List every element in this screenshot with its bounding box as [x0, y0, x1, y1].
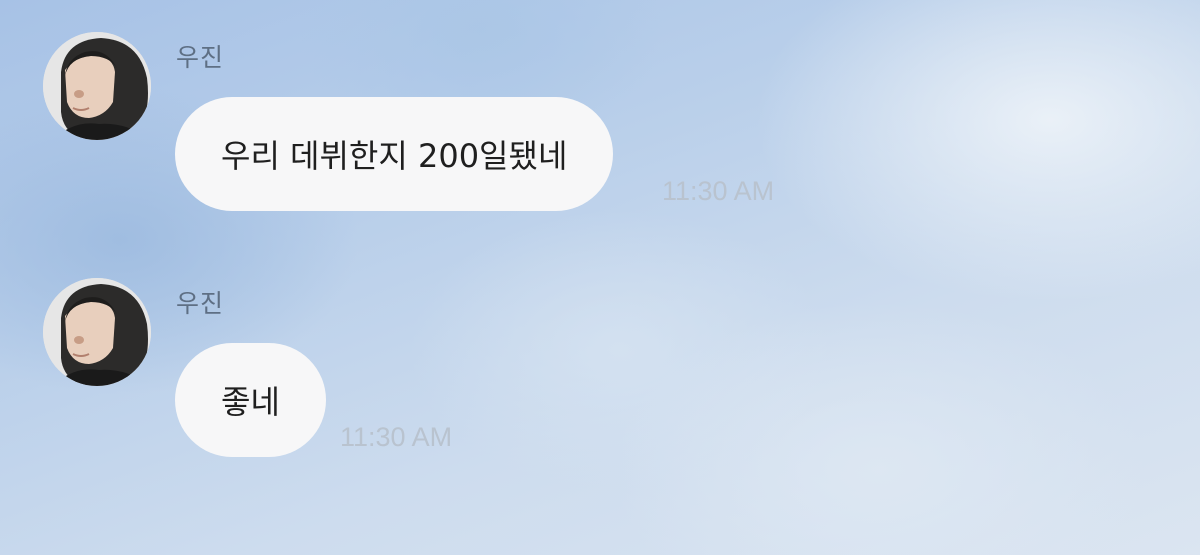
profile-photo-icon	[43, 278, 151, 386]
message-bubble[interactable]: 좋네	[175, 343, 326, 457]
chat-thread: 우진 우리 데뷔한지 200일됐네 11:30 AM 우진 좋네 11:30 A…	[0, 0, 1200, 555]
message-timestamp: 11:30 AM	[340, 422, 453, 452]
sender-avatar[interactable]	[43, 278, 151, 386]
sender-name: 우진	[176, 289, 225, 318]
sender-avatar[interactable]	[43, 32, 151, 140]
message-timestamp: 11:30 AM	[662, 176, 775, 206]
sender-name: 우진	[176, 43, 225, 72]
profile-photo-icon	[43, 32, 151, 140]
message-bubble[interactable]: 우리 데뷔한지 200일됐네	[175, 97, 614, 211]
